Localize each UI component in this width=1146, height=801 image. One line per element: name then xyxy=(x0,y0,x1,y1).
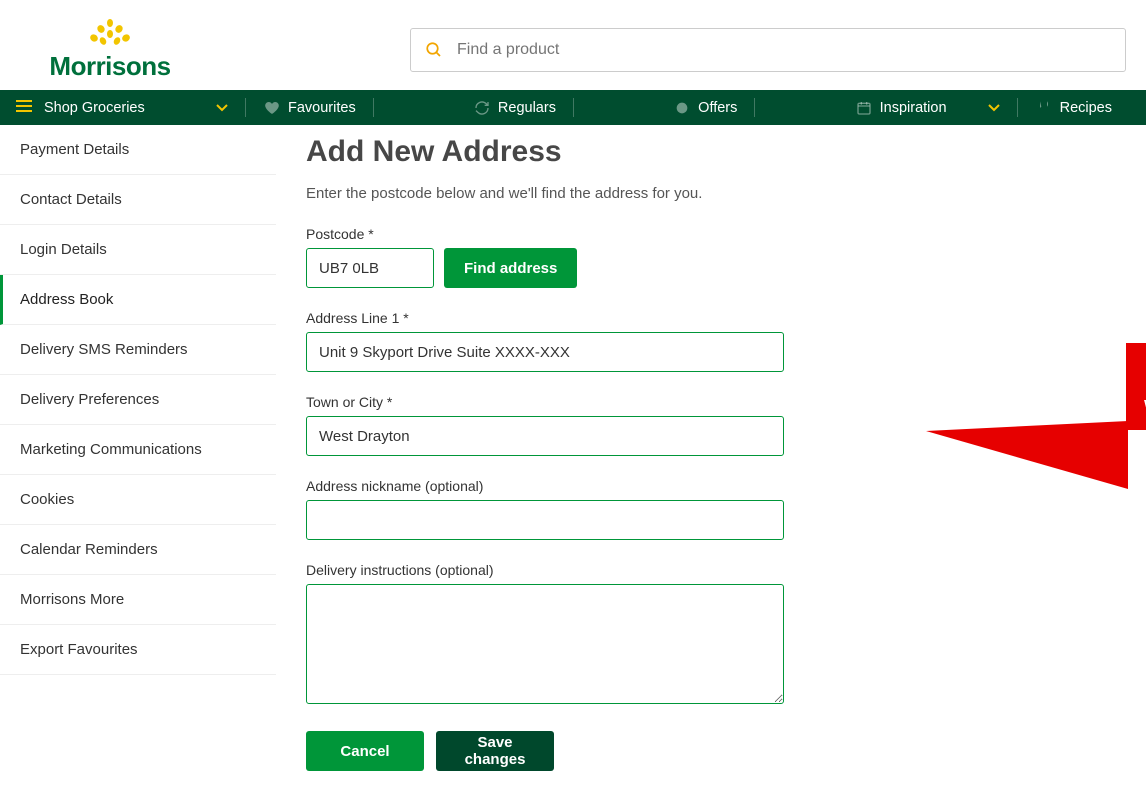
main-content: Add New Address Enter the postcode below… xyxy=(276,125,1146,801)
sidebar-item-label: Delivery SMS Reminders xyxy=(20,341,188,358)
sidebar-item-payment-details[interactable]: Payment Details xyxy=(0,125,276,175)
search-wrapper[interactable] xyxy=(410,28,1126,72)
sidebar-item-label: Delivery Preferences xyxy=(20,391,159,408)
sidebar-item-label: Calendar Reminders xyxy=(20,541,158,558)
form-group-line1: Address Line 1 * xyxy=(306,310,1116,372)
cancel-button[interactable]: Cancel xyxy=(306,731,424,771)
sidebar-item-login-details[interactable]: Login Details xyxy=(0,225,276,275)
header: Morrisons xyxy=(0,0,1146,90)
sidebar-item-cookies[interactable]: Cookies xyxy=(0,475,276,525)
form-group-postcode: Postcode * Find address xyxy=(306,226,1116,288)
page-title: Add New Address xyxy=(306,135,1116,169)
form-actions: Cancel Save changes xyxy=(306,731,1116,771)
address-line1-input[interactable] xyxy=(306,332,784,372)
sidebar-item-calendar[interactable]: Calendar Reminders xyxy=(0,525,276,575)
nav-inspiration[interactable]: Inspiration xyxy=(838,90,1018,125)
search-container xyxy=(410,28,1126,72)
calendar-icon xyxy=(856,100,872,116)
label-line1: Address Line 1 * xyxy=(306,310,1116,326)
sidebar-item-marketing[interactable]: Marketing Communications xyxy=(0,425,276,475)
hamburger-icon xyxy=(16,100,32,116)
sidebar-item-label: Contact Details xyxy=(20,191,122,208)
search-icon xyxy=(425,41,443,59)
sidebar-item-label: Payment Details xyxy=(20,141,129,158)
refresh-icon xyxy=(474,100,490,116)
chevron-down-icon xyxy=(216,100,228,116)
nav-label: Regulars xyxy=(498,100,556,116)
sidebar-item-label: Morrisons More xyxy=(20,591,124,608)
nav-label: Favourites xyxy=(288,100,356,116)
nav-recipes[interactable]: Recipes xyxy=(1018,90,1130,125)
nav-shop-groceries[interactable]: Shop Groceries xyxy=(16,90,246,125)
search-input[interactable] xyxy=(455,40,1111,60)
sidebar-item-delivery-prefs[interactable]: Delivery Preferences xyxy=(0,375,276,425)
callout-annotation: You can now enter your UK address! Updat… xyxy=(1126,343,1146,430)
utensils-icon xyxy=(1036,100,1052,116)
label-town: Town or City * xyxy=(306,394,1116,410)
brand-logo[interactable]: Morrisons xyxy=(20,19,200,82)
nav-regulars[interactable]: Regulars xyxy=(456,90,574,125)
heart-icon xyxy=(264,100,280,116)
sidebar-item-label: Login Details xyxy=(20,241,107,258)
logo-icon xyxy=(87,19,133,51)
content: Payment Details Contact Details Login De… xyxy=(0,125,1146,801)
sidebar-item-label: Cookies xyxy=(20,491,74,508)
sidebar-item-label: Export Favourites xyxy=(20,641,138,658)
town-input[interactable] xyxy=(306,416,784,456)
nav-label: Shop Groceries xyxy=(44,100,145,116)
form-group-instructions: Delivery instructions (optional) xyxy=(306,562,1116,709)
instructions-textarea[interactable] xyxy=(306,584,784,704)
callout-tail xyxy=(926,421,1128,489)
nav-favourites[interactable]: Favourites xyxy=(246,90,374,125)
find-address-button[interactable]: Find address xyxy=(444,248,577,288)
sidebar-item-contact-details[interactable]: Contact Details xyxy=(0,175,276,225)
page-subtitle: Enter the postcode below and we'll find … xyxy=(306,185,1116,202)
chevron-down-icon xyxy=(988,100,1000,116)
offers-icon xyxy=(674,100,690,116)
save-button[interactable]: Save changes xyxy=(436,731,554,771)
sidebar-item-more[interactable]: Morrisons More xyxy=(0,575,276,625)
label-postcode: Postcode * xyxy=(306,226,1116,242)
sidebar-item-export-favourites[interactable]: Export Favourites xyxy=(0,625,276,675)
nickname-input[interactable] xyxy=(306,500,784,540)
nav-label: Recipes xyxy=(1060,100,1112,116)
nav-offers[interactable]: Offers xyxy=(656,90,755,125)
navbar: Shop Groceries Favourites Regulars Offer… xyxy=(0,90,1146,125)
label-instructions: Delivery instructions (optional) xyxy=(306,562,1116,578)
nav-label: Inspiration xyxy=(880,100,947,116)
brand-name: Morrisons xyxy=(49,51,170,82)
nav-label: Offers xyxy=(698,100,737,116)
sidebar: Payment Details Contact Details Login De… xyxy=(0,125,276,801)
postcode-input[interactable] xyxy=(306,248,434,288)
sidebar-item-address-book[interactable]: Address Book xyxy=(0,275,276,325)
sidebar-item-label: Address Book xyxy=(20,291,113,308)
sidebar-item-delivery-sms[interactable]: Delivery SMS Reminders xyxy=(0,325,276,375)
sidebar-item-label: Marketing Communications xyxy=(20,441,202,458)
